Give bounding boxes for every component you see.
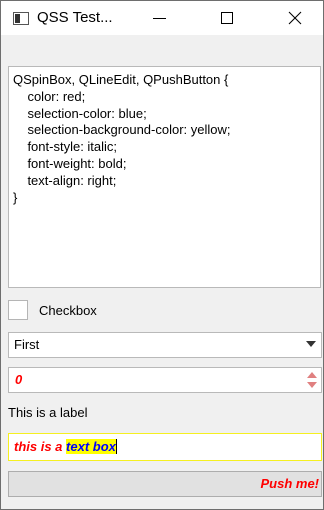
minimize-icon bbox=[152, 17, 166, 19]
main-window: QSS Test... QSpinBox, QLineEdit, QPushBu… bbox=[0, 0, 324, 510]
line-edit[interactable]: this is a text box bbox=[8, 433, 322, 461]
checkbox-label: Checkbox bbox=[39, 302, 97, 318]
spin-box[interactable]: 0 bbox=[8, 367, 322, 393]
push-button[interactable]: Push me! bbox=[8, 471, 322, 497]
close-icon bbox=[288, 11, 302, 25]
line-edit-selected-text: text box bbox=[66, 439, 116, 454]
combo-box[interactable]: First bbox=[8, 332, 322, 358]
spin-down-arrow-icon[interactable] bbox=[307, 382, 317, 388]
checkbox[interactable]: Checkbox bbox=[8, 299, 97, 321]
chevron-down-icon[interactable] bbox=[306, 341, 316, 347]
app-icon bbox=[13, 12, 29, 25]
maximize-icon bbox=[221, 12, 233, 24]
close-button[interactable] bbox=[272, 1, 318, 35]
stylesheet-text-edit[interactable]: QSpinBox, QLineEdit, QPushButton { color… bbox=[8, 66, 321, 288]
spin-buttons[interactable] bbox=[305, 370, 319, 390]
spin-up-arrow-icon[interactable] bbox=[307, 372, 317, 378]
window-title: QSS Test... bbox=[37, 9, 113, 26]
line-edit-text[interactable]: this is a text box bbox=[14, 439, 117, 454]
title-bar[interactable]: QSS Test... bbox=[1, 1, 323, 35]
push-button-label: Push me! bbox=[260, 476, 319, 491]
spin-box-value[interactable]: 0 bbox=[15, 372, 22, 387]
text-caret bbox=[115, 439, 117, 454]
static-label: This is a label bbox=[8, 405, 88, 420]
combo-selected-value: First bbox=[14, 337, 40, 352]
line-edit-unselected-text: this is a bbox=[14, 439, 67, 454]
minimize-button[interactable] bbox=[136, 1, 182, 35]
maximize-button[interactable] bbox=[204, 1, 250, 35]
checkbox-box[interactable] bbox=[8, 300, 28, 320]
